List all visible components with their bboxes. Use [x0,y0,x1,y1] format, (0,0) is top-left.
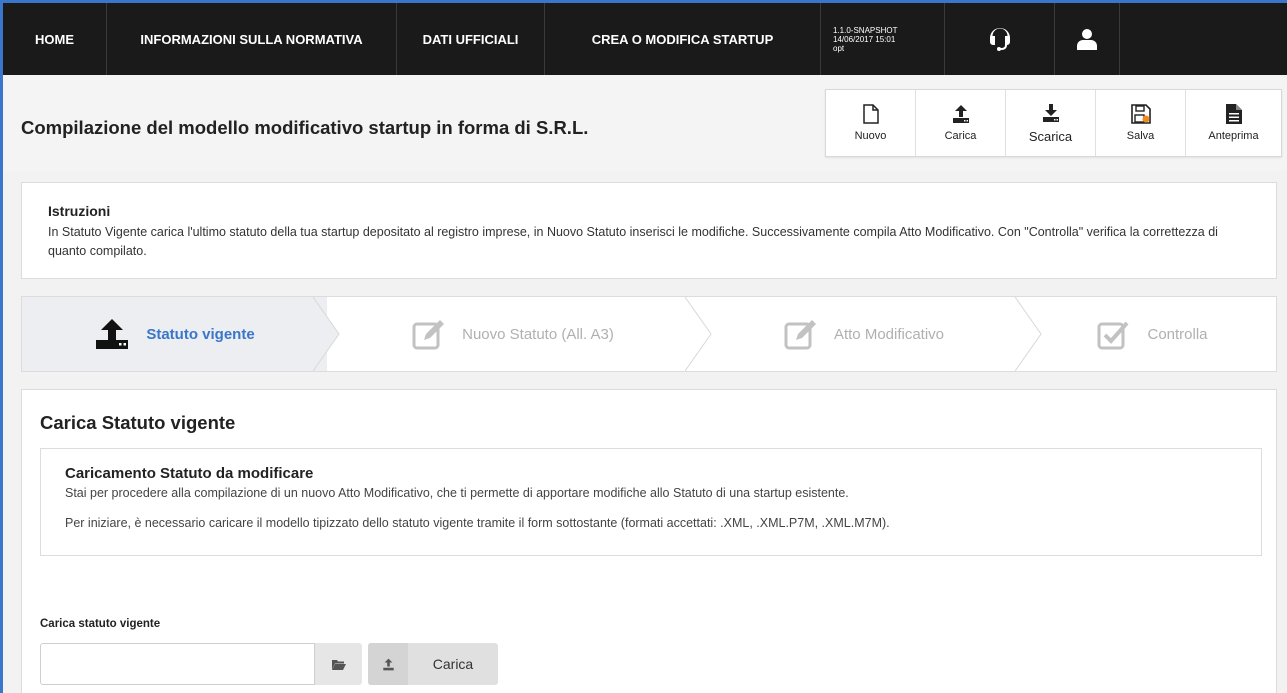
wizard-stepper: Statuto vigente Nuovo Statuto (All. A3) … [21,296,1277,372]
scarica-button[interactable]: Scarica [1006,90,1096,156]
download-icon [1042,103,1059,122]
step-controlla-label: Controlla [1147,325,1208,343]
step-atto-modificativo-label: Atto Modificativo [833,325,945,343]
edit-icon [412,320,445,350]
notice-line-2: Per iniziare, è necessario caricare il m… [65,516,890,530]
step-statuto-vigente-label: Statuto vigente [146,325,255,343]
browse-button[interactable] [315,643,362,685]
upload-row: Carica [40,643,498,685]
version-env: opt [833,43,845,53]
user-icon [1077,29,1097,50]
notice-line-1: Stai per procedere alla compilazione di … [65,486,849,500]
salva-button[interactable]: Salva [1096,90,1186,156]
edit-icon [784,320,816,350]
user-button[interactable] [1055,3,1120,75]
check-icon [1097,321,1129,350]
section-title: Carica Statuto vigente [40,412,236,433]
notice-box: Caricamento Statuto da modificare Stai p… [40,448,1262,556]
step-controlla[interactable]: Controlla [1029,297,1276,371]
nuovo-label: Nuovo [854,130,887,142]
nav-informazioni-label: INFORMAZIONI SULLA NORMATIVA [140,31,363,47]
save-icon [1130,104,1151,124]
top-navbar: HOME INFORMAZIONI SULLA NORMATIVA DATI U… [3,3,1287,75]
upload-icon [96,319,129,349]
step-nuovo-statuto-label: Nuovo Statuto (All. A3) [462,325,614,343]
nav-crea-modifica-startup[interactable]: CREA O MODIFICA STARTUP [545,3,821,75]
nav-dati-label: DATI UFFICIALI [422,31,519,47]
page-title: Compilazione del modello modificativo st… [21,117,589,138]
version-info: 1.1.0-SNAPSHOT 14/06/2017 15:01 opt [821,3,945,75]
notice-title: Caricamento Statuto da modificare [65,465,314,482]
nav-crea-label: CREA O MODIFICA STARTUP [591,31,774,47]
nav-informazioni-normativa[interactable]: INFORMAZIONI SULLA NORMATIVA [107,3,397,75]
step-separator [313,297,340,371]
support-button[interactable] [945,3,1055,75]
new-file-icon [862,104,879,124]
upload-icon [382,658,394,670]
document-toolbar: Nuovo Carica Scarica Salva Anteprima [825,89,1282,157]
carica-toolbar-label: Carica [944,130,977,142]
instructions-text: In Statuto Vigente carica l'ultimo statu… [48,225,1218,258]
title-bar: Compilazione del modello modificativo st… [3,75,1287,171]
instructions-title: Istruzioni [48,203,111,219]
carica-upload-label: Carica [432,656,474,672]
nuovo-button[interactable]: Nuovo [826,90,916,156]
headset-icon [989,28,1010,51]
instructions-panel: Istruzioni In Statuto Vigente carica l'u… [21,182,1277,279]
carica-toolbar-button[interactable]: Carica [916,90,1006,156]
carica-upload-button[interactable]: Carica [368,643,498,685]
version-date: 14/06/2017 15:01 [833,34,896,44]
step-separator [685,297,712,371]
salva-label: Salva [1126,130,1155,142]
step-separator [1015,297,1042,371]
upload-icon [952,105,969,123]
upload-button-icon-wrap [368,643,408,685]
nav-home-label: HOME [35,31,74,47]
anteprima-button[interactable]: Anteprima [1186,90,1281,156]
main-card: Carica Statuto vigente Caricamento Statu… [21,389,1277,693]
version-number: 1.1.0-SNAPSHOT [833,25,898,35]
nav-home[interactable]: HOME [3,3,107,75]
folder-open-icon [331,659,346,670]
step-nuovo-statuto[interactable]: Nuovo Statuto (All. A3) [327,297,712,371]
step-atto-modificativo[interactable]: Atto Modificativo [699,297,1042,371]
scarica-label: Scarica [1028,128,1073,144]
nav-dati-ufficiali[interactable]: DATI UFFICIALI [397,3,545,75]
file-path-input[interactable] [40,643,315,685]
upload-label: Carica statuto vigente [40,618,161,630]
step-statuto-vigente[interactable]: Statuto vigente [22,297,340,371]
document-preview-icon [1225,104,1242,124]
anteprima-label: Anteprima [1208,130,1259,142]
